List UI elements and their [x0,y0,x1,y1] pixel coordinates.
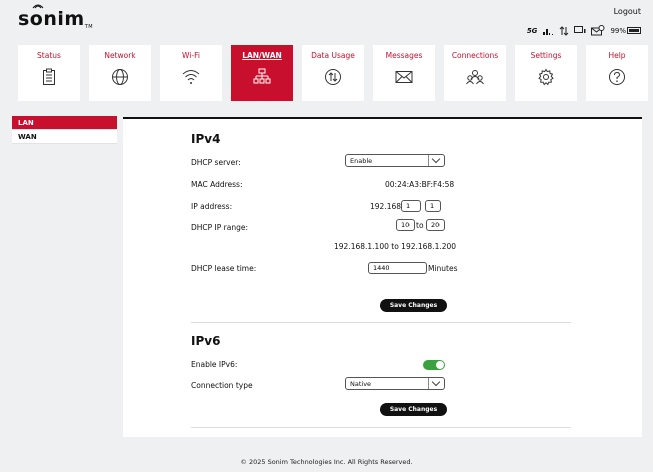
lan-settings-panel: IPv4 DHCP server: Enable MAC Address: 00… [123,117,642,437]
tab-label: Data Usage [311,51,355,60]
brand-tm: TM [84,24,94,30]
chevron-down-icon [428,378,444,389]
tab-label: Network [104,51,136,60]
connection-type-label: Connection type [191,381,253,390]
tab-label: Status [37,51,61,60]
ipv6-title: IPv6 [191,334,221,348]
network-tree-icon [253,68,271,84]
chevron-down-icon [428,155,444,166]
ipv4-save-button[interactable]: Save Changes [380,299,447,312]
network-type: 5G [526,26,538,35]
ipv6-save-button[interactable]: Save Changes [380,403,447,416]
dhcp-server-select[interactable]: Enable [345,154,445,167]
logout-link[interactable]: Logout [614,7,641,16]
range-end-input[interactable] [426,219,445,231]
signal-wave-icon [32,4,44,9]
battery-indicator: 99% [610,27,641,35]
tab-connections[interactable]: Connections [444,45,506,101]
range-start-input[interactable] [396,219,415,231]
tab-help[interactable]: Help [586,45,648,101]
brand-name: sonim [18,8,85,30]
gear-icon [538,68,554,86]
message-notification-icon[interactable] [591,25,605,36]
wifi-icon [182,70,200,84]
ip-octet-4-input[interactable] [425,200,441,212]
tab-network[interactable]: Network [89,45,151,101]
tab-settings[interactable]: Settings [515,45,577,101]
lease-unit: Minutes [428,264,458,273]
dhcp-server-label: DHCP server: [191,158,241,167]
device-icon [574,26,586,33]
dhcp-range-label: DHCP IP range: [191,223,249,232]
main-nav: Status Network Wi-Fi LAN/WAN Data Usage … [18,45,648,101]
tab-lan-wan[interactable]: LAN/WAN [231,45,293,101]
sidebar-item-lan[interactable]: LAN [12,116,117,130]
ip-prefix: 192.168. [370,202,404,211]
enable-ipv6-label: Enable IPv6: [191,360,238,369]
signal-bars-icon [543,29,554,35]
connection-type-value: Native [350,380,372,388]
sidebar: LAN WAN [12,116,117,144]
footer-copyright: © 2025 Sonim Technologies Inc. All Right… [240,458,413,466]
globe-icon [112,69,128,85]
ipv4-title: IPv4 [191,132,221,146]
tab-label: Wi-Fi [182,51,200,60]
connection-type-select[interactable]: Native [345,377,445,390]
clipboard-icon [43,68,55,85]
divider [191,322,571,323]
battery-icon [627,27,641,34]
mac-address-value: 00:24:A3:BF:F4:58 [385,180,455,189]
lease-time-label: DHCP lease time: [191,264,257,273]
status-bar: 5G 99% [527,25,641,36]
battery-percent: 99% [610,26,626,35]
tab-data-usage[interactable]: Data Usage [302,45,364,101]
lease-time-input[interactable] [368,262,427,274]
ip-address-label: IP address: [191,202,233,211]
users-icon [466,70,484,85]
sidebar-item-wan[interactable]: WAN [12,130,117,144]
tab-label: Settings [530,51,562,60]
sonim-logo: sonimTM [18,4,94,30]
tab-messages[interactable]: Messages [373,45,435,101]
range-to-label: to [416,221,424,230]
tab-label: Connections [451,51,499,60]
mac-address-label: MAC Address: [191,180,243,189]
tab-wifi[interactable]: Wi-Fi [160,45,222,101]
data-transfer-icon [325,69,341,85]
tab-status[interactable]: Status [18,45,80,101]
enable-ipv6-toggle[interactable] [423,360,445,370]
help-icon [609,69,625,85]
data-arrows-icon [560,25,569,36]
ip-octet-3-input[interactable] [401,200,421,212]
tab-label: LAN/WAN [242,51,282,60]
dhcp-range-summary: 192.168.1.100 to 192.168.1.200 [334,242,457,251]
tab-label: Help [608,51,626,60]
divider [191,427,571,428]
envelope-icon [395,71,413,83]
dhcp-server-value: Enable [350,157,373,165]
tab-label: Messages [385,51,423,60]
